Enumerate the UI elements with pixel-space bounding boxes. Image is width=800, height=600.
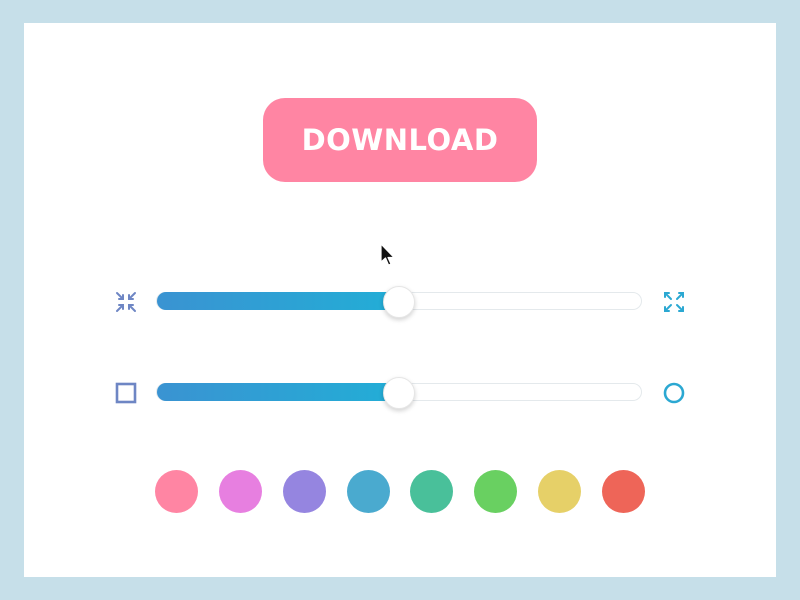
content-card: DOWNLOAD xyxy=(24,23,776,577)
color-swatch-2[interactable] xyxy=(218,470,262,513)
square-icon[interactable] xyxy=(114,381,138,405)
shape-slider-row xyxy=(24,373,776,413)
download-button[interactable]: DOWNLOAD xyxy=(263,98,537,182)
shape-slider-fill xyxy=(157,383,399,401)
mouse-cursor-icon xyxy=(380,243,395,266)
size-slider-fill xyxy=(157,292,399,310)
collapse-arrows-icon[interactable] xyxy=(114,290,138,314)
color-swatch-8[interactable] xyxy=(601,470,645,513)
color-swatch-6[interactable] xyxy=(474,470,518,513)
color-swatch-1[interactable] xyxy=(155,470,198,513)
color-swatch-7[interactable] xyxy=(538,470,582,513)
expand-arrows-icon[interactable] xyxy=(662,290,686,314)
shape-slider-track[interactable] xyxy=(156,377,642,409)
shape-slider-thumb[interactable] xyxy=(383,377,415,409)
size-slider-row xyxy=(24,282,776,322)
color-swatch-5[interactable] xyxy=(410,470,454,513)
size-slider-track[interactable] xyxy=(156,286,642,318)
circle-icon[interactable] xyxy=(662,381,686,405)
size-slider-thumb[interactable] xyxy=(383,286,415,318)
color-swatch-4[interactable] xyxy=(346,470,390,513)
color-swatch-3[interactable] xyxy=(282,470,326,513)
color-swatches xyxy=(155,470,645,514)
